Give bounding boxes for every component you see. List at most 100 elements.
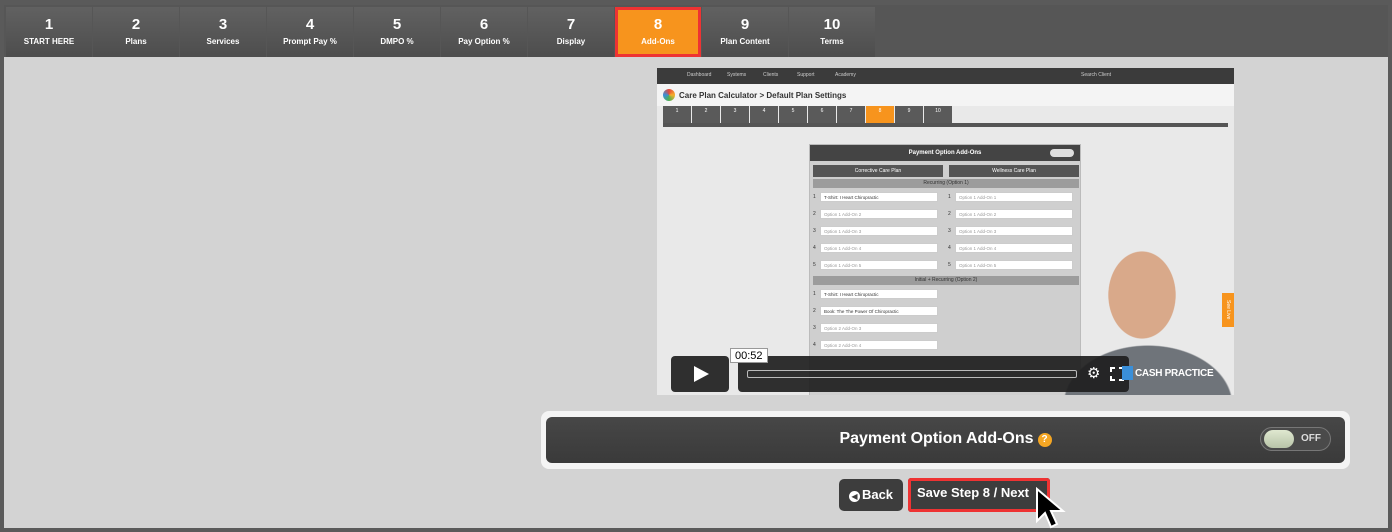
addon-header: Payment Option Add-Ons? OFF [546,417,1345,463]
step-number: 4 [305,16,315,33]
video-row-number: 4 [948,245,951,251]
video-row-number: 3 [813,325,816,331]
video-row-number: 1 [813,291,816,297]
step-tab[interactable]: 5 DMPO % [354,7,440,57]
back-button[interactable]: ◀ Back [839,479,903,511]
video-nav-item: Support [797,72,815,78]
addon-panel: Payment Option Add-Ons? OFF [541,411,1350,469]
video-row-number: 3 [813,228,816,234]
video-addon-field: Option 1 Add-On 5 [820,260,938,270]
video-row-number: 1 [813,194,816,200]
app-logo-icon [663,89,675,101]
step-tab[interactable]: 9 Plan Content [702,7,788,57]
video-addon-field: Option 1 Add-On 3 [820,226,938,236]
video-app-navbar: Dashboard Systems Clients Support Academ… [657,68,1234,84]
video-addon-field: Option 1 Add-On 5 [955,260,1073,270]
page-frame: 1 START HERE 2 Plans 3 Services 4 Prompt Pay % 5… [0,0,1392,532]
video-divider [663,123,1228,127]
step-label: Services [206,37,240,46]
video-addon-field: Option 1 Add-On 4 [955,243,1073,253]
addon-title: Payment Option Add-Ons? [546,430,1345,448]
video-row-number: 2 [948,211,951,217]
back-arrow-icon: ◀ [848,491,860,502]
step-label: Plan Content [720,37,770,46]
video-row-number: 5 [948,262,951,268]
play-button[interactable] [671,356,729,392]
video-addon-field: Book: The The Power Of Chiropractic [820,306,938,316]
step-tab[interactable]: 6 Pay Option % [441,7,527,57]
video-brand: CASH PRACTICE [1135,368,1214,379]
video-section-header: Initial + Recurring (Option 2) [813,276,1079,285]
video-col-header: Corrective Care Plan [813,165,943,177]
step-label: START HERE [23,37,75,46]
video-row-number: 4 [813,342,816,348]
video-step-tab: 8 [866,106,894,123]
step-tab[interactable]: 10 Terms [789,7,875,57]
step-number: 2 [131,16,141,33]
video-step-tab: 1 [663,106,691,123]
video-search: Search Client [1081,72,1112,78]
step-number: 8 [653,16,663,33]
step-tabs: 1 START HERE 2 Plans 3 Services 4 Prompt Pay % 5… [6,7,876,57]
play-icon [694,366,709,382]
step-label: Display [556,37,586,46]
video-step-tab: 3 [721,106,749,123]
save-next-button[interactable]: Save Step 8 / Next [908,478,1050,512]
video-control-bar: ⚙ [738,356,1129,392]
step-label: Add-Ons [641,37,675,46]
cash-practice-logo-icon [1122,366,1133,380]
step-tab[interactable]: 1 START HERE [6,7,92,57]
toggle-knob [1264,430,1294,448]
video-addon-field: Option 2 Add-On 4 [820,340,938,350]
help-icon[interactable]: ? [1037,433,1052,447]
step-tab[interactable]: 3 Services [180,7,266,57]
step-label: Prompt Pay % [283,37,337,46]
step-number: 10 [823,16,841,33]
video-titlebar: Care Plan Calculator > Default Plan Sett… [657,84,1234,106]
video-addon-field: T-Shirt: I Heart Chiropractic [820,192,938,202]
step-number: 5 [392,16,402,33]
video-progress-track[interactable] [747,370,1077,378]
video-toggle-icon [1050,149,1074,157]
video-row-number: 1 [948,194,951,200]
video-side-tab: See Live [1222,293,1234,327]
video-row-number: 2 [813,211,816,217]
step-number: 9 [740,16,750,33]
video-nav-item: Clients [763,72,779,78]
video-nav-item: Dashboard [687,72,712,78]
step-label: Terms [820,37,844,46]
video-section-header: Recurring (Option 1) [813,179,1079,188]
step-navigation-bar: 1 START HERE 2 Plans 3 Services 4 Prompt Pay % 5… [4,5,1388,57]
video-addon-field: Option 1 Add-On 4 [820,243,938,253]
video-timestamp: 00:52 [730,348,768,363]
toggle-label: OFF [1301,433,1321,444]
step-label: Plans [125,37,147,46]
video-step-tab: 10 [924,106,952,123]
step-label: Pay Option % [458,37,510,46]
video-addon-field: Option 1 Add-On 2 [955,209,1073,219]
video-nav-item: Academy [835,72,856,78]
video-page-title: Care Plan Calculator > Default Plan Sett… [679,91,847,100]
step-tab[interactable]: 8 Add-Ons [615,7,701,57]
tutorial-video-player[interactable]: Dashboard Systems Clients Support Academ… [657,68,1234,395]
video-addon-field: Option 1 Add-On 3 [955,226,1073,236]
video-step-tab: 5 [779,106,807,123]
video-addon-field: T-Shirt: I Heart Chiropractic [820,289,938,299]
addons-toggle[interactable]: OFF [1260,427,1331,451]
step-label: DMPO % [380,37,414,46]
step-number: 1 [44,16,54,33]
video-addon-field: Option 1 Add-On 2 [820,209,938,219]
settings-gear-icon[interactable]: ⚙ [1087,366,1101,381]
step-tab[interactable]: 2 Plans [93,7,179,57]
video-row-number: 3 [948,228,951,234]
video-step-tab: 9 [895,106,923,123]
step-tab[interactable]: 7 Display [528,7,614,57]
step-number: 6 [479,16,489,33]
video-col-header: Wellness Care Plan [949,165,1079,177]
video-addon-field: Option 1 Add-On 1 [955,192,1073,202]
video-row-number: 4 [813,245,816,251]
mouse-cursor-icon [1036,487,1066,529]
video-nav-item: Systems [727,72,747,78]
step-tab[interactable]: 4 Prompt Pay % [267,7,353,57]
step-number: 7 [566,16,576,33]
